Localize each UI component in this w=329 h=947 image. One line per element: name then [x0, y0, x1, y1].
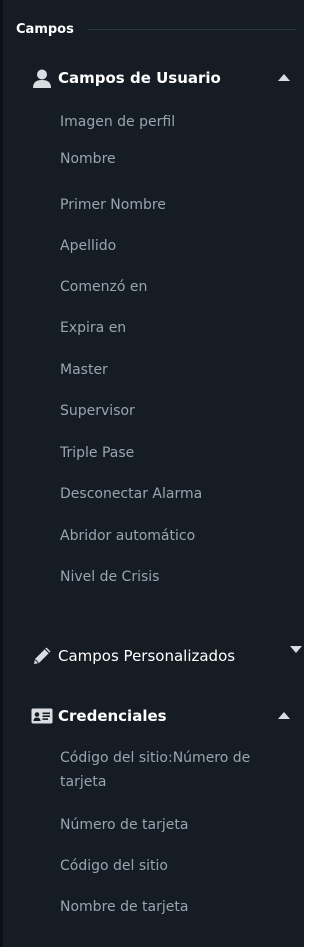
section-user-fields-label: Campos de Usuario: [58, 69, 221, 87]
id-card-icon: [30, 706, 54, 726]
section-custom-fields-label: Campos Personalizados: [58, 647, 236, 665]
panel-header: Campos: [16, 18, 296, 40]
user-field-item[interactable]: Triple Pase: [60, 441, 300, 465]
credential-field-item[interactable]: Nombre de tarjeta: [60, 895, 300, 919]
user-icon: [30, 68, 54, 88]
section-custom-fields-header[interactable]: Campos Personalizados: [3, 640, 307, 672]
credential-field-item[interactable]: Código del sitio:Número de tarjeta: [60, 746, 300, 794]
section-credentials-header[interactable]: Credenciales: [3, 700, 307, 732]
user-field-item[interactable]: Apellido: [60, 234, 300, 258]
user-field-item[interactable]: Supervisor: [60, 399, 300, 423]
user-field-item[interactable]: Desconectar Alarma: [60, 482, 300, 506]
panel-title: Campos: [16, 21, 74, 37]
fields-panel: Campos Campos de Usuario Imagen de perfi…: [0, 0, 304, 947]
credential-field-item[interactable]: Código del sitio: [60, 854, 300, 878]
chevron-down-icon[interactable]: [290, 646, 302, 653]
user-field-item[interactable]: Abridor automático: [60, 524, 300, 548]
panel-divider: [87, 28, 296, 30]
user-field-item[interactable]: Comenzó en: [60, 275, 300, 299]
user-field-item[interactable]: Nombre: [60, 147, 300, 171]
user-field-item[interactable]: Primer Nombre: [60, 193, 300, 217]
pencil-icon: [30, 646, 54, 666]
user-field-item[interactable]: Master: [60, 358, 300, 382]
section-user-fields-header[interactable]: Campos de Usuario: [3, 62, 307, 94]
credential-field-item[interactable]: Número de tarjeta: [60, 813, 300, 837]
user-field-item[interactable]: Expira en: [60, 316, 300, 340]
user-field-item[interactable]: Nivel de Crisis: [60, 565, 300, 589]
chevron-up-icon[interactable]: [278, 712, 290, 719]
chevron-up-icon[interactable]: [278, 74, 290, 81]
user-field-item[interactable]: Imagen de perfil: [60, 110, 300, 134]
section-credentials-label: Credenciales: [58, 707, 167, 725]
